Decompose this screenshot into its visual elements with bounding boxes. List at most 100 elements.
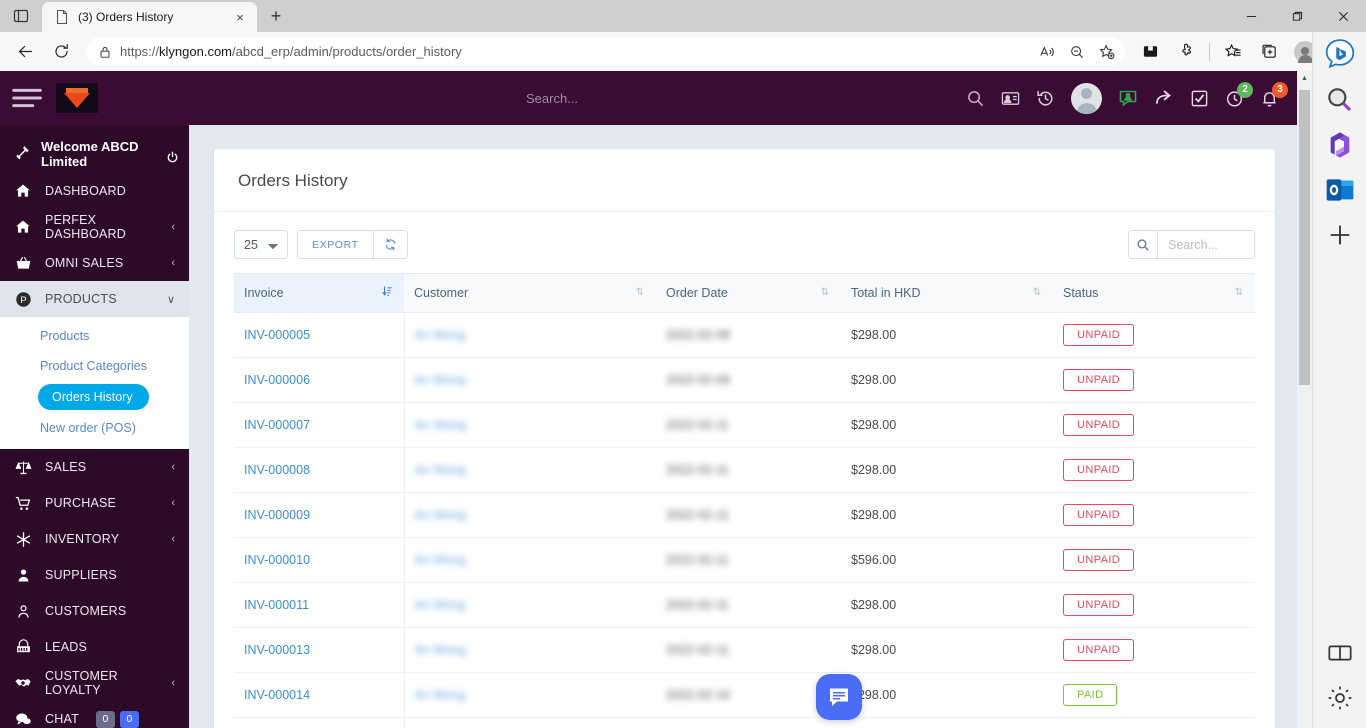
main-content: Orders History 25 50 100 EXPORT: [189, 125, 1297, 728]
history-icon[interactable]: [1036, 89, 1055, 108]
company-logo[interactable]: [56, 83, 98, 113]
scrollbar-thumb[interactable]: [1299, 90, 1310, 385]
sidebar-item-customers[interactable]: CUSTOMERS: [0, 593, 189, 629]
invoice-link[interactable]: INV-000005: [244, 328, 310, 342]
back-icon[interactable]: [8, 37, 42, 67]
refresh-button[interactable]: [373, 230, 408, 259]
column-header-status[interactable]: Status ⇅: [1053, 273, 1255, 313]
tab-collections-icon[interactable]: [1252, 37, 1286, 67]
table-row[interactable]: INV-000008 An Wong 2022-02-11 $298.00 UN…: [234, 447, 1255, 493]
share-arrow-icon[interactable]: [1154, 88, 1174, 108]
invoice-link[interactable]: INV-000009: [244, 508, 310, 522]
invoice-link[interactable]: INV-000011: [244, 598, 309, 612]
favorites-icon[interactable]: [1216, 37, 1250, 67]
sidebar-label: PERFEX DASHBOARD: [45, 213, 126, 241]
browser-tab[interactable]: (3) Orders History ×: [42, 2, 257, 32]
sidebar-item-products[interactable]: P PRODUCTS ∨: [0, 281, 189, 317]
page-viewport: ▲ Search... 2 3 Welcome ABCD Limited DAS…: [0, 71, 1312, 728]
user-avatar[interactable]: [1071, 82, 1102, 114]
hamburger-icon[interactable]: [8, 79, 46, 117]
sidebar-item-inventory[interactable]: INVENTORY ‹: [0, 521, 189, 557]
sidebar-item-sales[interactable]: SALES ‹: [0, 449, 189, 485]
table-row[interactable]: INV-000015 An Wong 2022-02-16 $298.00 UN…: [234, 717, 1255, 728]
sidebar-item-new-order-pos[interactable]: New order (POS): [0, 413, 189, 443]
export-button[interactable]: EXPORT: [297, 230, 374, 259]
split-screen-icon[interactable]: [1324, 637, 1356, 669]
notification-bell-icon[interactable]: 3: [1260, 81, 1288, 108]
contact-card-icon[interactable]: [1001, 89, 1020, 108]
tasks-checkbox-icon[interactable]: [1190, 89, 1209, 108]
zoom-out-icon[interactable]: [1063, 39, 1091, 65]
column-header-customer[interactable]: Customer ⇅: [404, 273, 656, 313]
search-input[interactable]: [1158, 230, 1255, 259]
app-sidebar: Welcome ABCD Limited DASHBOARD PERFEX DA…: [0, 125, 189, 728]
power-icon[interactable]: [166, 151, 179, 167]
invoice-link[interactable]: INV-000006: [244, 373, 310, 387]
order-total: $298.00: [841, 492, 1053, 538]
read-aloud-icon[interactable]: [1033, 39, 1061, 65]
close-button[interactable]: [1320, 0, 1366, 32]
chevron-left-icon: ‹: [171, 533, 175, 545]
extensions-icon[interactable]: [1169, 37, 1203, 67]
url-text: https://klyngon.com/abcd_erp/admin/produ…: [120, 44, 462, 59]
chat-message-icon[interactable]: [1118, 88, 1138, 108]
table-row[interactable]: INV-000007 An Wong 2022-02-11 $298.00 UN…: [234, 402, 1255, 448]
invoice-link[interactable]: INV-000014: [244, 688, 310, 702]
search-icon[interactable]: [1128, 230, 1158, 259]
cart-icon: [14, 495, 32, 512]
wallet-icon[interactable]: [1133, 37, 1167, 67]
sidebar-item-products-list[interactable]: Products: [0, 321, 189, 351]
minimize-button[interactable]: [1228, 0, 1274, 32]
table-row[interactable]: INV-000011 An Wong 2022-02-11 $298.00 UN…: [234, 582, 1255, 628]
sidebar-item-purchase[interactable]: PURCHASE ‹: [0, 485, 189, 521]
sidebar-item-omni-sales[interactable]: OMNI SALES ‹: [0, 245, 189, 281]
microsoft365-icon[interactable]: [1324, 129, 1356, 161]
invoice-link[interactable]: INV-000007: [244, 418, 310, 432]
refresh-icon[interactable]: [44, 37, 78, 67]
column-header-invoice[interactable]: Invoice: [234, 273, 404, 313]
table-row[interactable]: INV-000005 An Wong 2022-02-09 $298.00 UN…: [234, 312, 1255, 358]
search-icon[interactable]: [1324, 84, 1356, 116]
status-badge: UNPAID: [1063, 594, 1135, 616]
add-favorite-icon[interactable]: [1093, 39, 1121, 65]
chat-badge-1: 0: [95, 710, 115, 728]
close-icon[interactable]: ×: [229, 6, 251, 28]
sidebar-item-suppliers[interactable]: SUPPLIERS: [0, 557, 189, 593]
column-header-order-date[interactable]: Order Date ⇅: [656, 273, 841, 313]
add-icon[interactable]: [1324, 219, 1356, 251]
table-row[interactable]: INV-000010 An Wong 2022-02-11 $596.00 UN…: [234, 537, 1255, 583]
outlook-icon[interactable]: [1324, 174, 1356, 206]
page-length-select[interactable]: 25 50 100: [234, 230, 288, 259]
table-row[interactable]: INV-000013 An Wong 2022-02-11 $298.00 UN…: [234, 627, 1255, 673]
tab-search-icon[interactable]: [0, 0, 42, 32]
timer-clock-icon[interactable]: 2: [1225, 81, 1253, 108]
sidebar-item-leads[interactable]: LEADS: [0, 629, 189, 665]
lock-icon: [98, 45, 112, 59]
search-icon[interactable]: [966, 89, 985, 108]
sidebar-item-orders-history[interactable]: Orders History: [38, 384, 149, 410]
column-header-total[interactable]: Total in HKD ⇅: [841, 273, 1053, 313]
sidebar-item-product-categories[interactable]: Product Categories: [0, 351, 189, 381]
status-badge: UNPAID: [1063, 504, 1135, 526]
order-date: 2022-02-11: [666, 508, 730, 522]
address-bar[interactable]: https://klyngon.com/abcd_erp/admin/produ…: [86, 37, 1125, 66]
invoice-link[interactable]: INV-000010: [244, 553, 310, 567]
header-search-placeholder[interactable]: Search...: [98, 91, 966, 106]
scroll-up-icon[interactable]: ▲: [1297, 71, 1312, 86]
page-scrollbar[interactable]: ▲: [1297, 71, 1312, 728]
sidebar-item-dashboard[interactable]: DASHBOARD: [0, 173, 189, 209]
invoice-link[interactable]: INV-000008: [244, 463, 310, 477]
sidebar-item-perfex-dashboard[interactable]: PERFEX DASHBOARD ‹: [0, 209, 189, 245]
status-badge: PAID: [1063, 684, 1118, 706]
sidebar-item-chat[interactable]: CHAT 0 0: [0, 701, 189, 728]
settings-gear-icon[interactable]: [1324, 682, 1356, 714]
maximize-button[interactable]: [1274, 0, 1320, 32]
chat-widget-button[interactable]: [816, 674, 862, 720]
sidebar-item-customer-loyalty[interactable]: CUSTOMER LOYALTY ‹: [0, 665, 189, 701]
table-row[interactable]: INV-000014 An Wong 2022-02-16 $298.00 PA…: [234, 672, 1255, 718]
invoice-link[interactable]: INV-000013: [244, 643, 310, 657]
table-row[interactable]: INV-000009 An Wong 2022-02-11 $298.00 UN…: [234, 492, 1255, 538]
bing-icon[interactable]: [1324, 39, 1356, 71]
new-tab-button[interactable]: +: [261, 1, 291, 31]
table-row[interactable]: INV-000006 An Wong 2022-02-09 $298.00 UN…: [234, 357, 1255, 403]
